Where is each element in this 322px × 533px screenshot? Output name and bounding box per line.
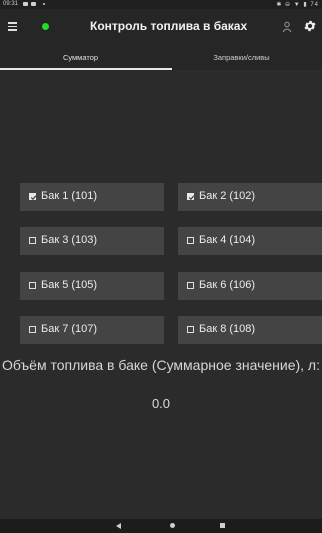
tab-summator[interactable]: Сумматор bbox=[0, 45, 161, 70]
recent-apps-icon[interactable] bbox=[220, 523, 225, 528]
home-icon[interactable] bbox=[170, 523, 175, 528]
tank-checkbox-5[interactable]: Бак 5 (105) bbox=[20, 272, 164, 300]
tank-checkbox-2[interactable]: Бак 2 (102) bbox=[178, 183, 322, 211]
tank-label: Бак 8 (108) bbox=[199, 323, 256, 335]
checkbox-icon[interactable] bbox=[187, 326, 194, 333]
status-bar: 09:31 ✱ ⊖ ▼ ▮ 74 bbox=[0, 0, 322, 9]
tank-label: Бак 5 (105) bbox=[41, 279, 98, 291]
notification-icon bbox=[31, 2, 36, 6]
tank-checkbox-8[interactable]: Бак 8 (108) bbox=[178, 316, 322, 344]
checkbox-icon[interactable] bbox=[29, 282, 36, 289]
notification-dot-icon bbox=[43, 3, 45, 5]
tank-checkbox-3[interactable]: Бак 3 (103) bbox=[20, 227, 164, 255]
checkbox-icon[interactable] bbox=[187, 193, 195, 201]
tank-label: Бак 7 (107) bbox=[41, 323, 98, 335]
checkbox-icon[interactable] bbox=[29, 237, 36, 244]
checkbox-icon[interactable] bbox=[29, 326, 36, 333]
gear-icon[interactable] bbox=[303, 19, 317, 33]
notification-icon bbox=[23, 2, 28, 6]
tank-checkbox-4[interactable]: Бак 4 (104) bbox=[178, 227, 322, 255]
app-bar: Контроль топлива в баках bbox=[0, 9, 322, 45]
checkbox-icon[interactable] bbox=[29, 193, 37, 201]
tank-checkbox-1[interactable]: Бак 1 (101) bbox=[20, 183, 164, 211]
tank-label: Бак 1 (101) bbox=[41, 190, 98, 202]
checkbox-icon[interactable] bbox=[187, 237, 194, 244]
page-title: Контроль топлива в баках bbox=[90, 19, 248, 33]
tank-checkbox-7[interactable]: Бак 7 (107) bbox=[20, 316, 164, 344]
system-nav-bar bbox=[0, 519, 322, 533]
tank-label: Бак 6 (106) bbox=[199, 279, 256, 291]
status-icons: ✱ ⊖ ▼ ▮ 74 bbox=[276, 2, 319, 8]
person-icon[interactable] bbox=[282, 21, 292, 33]
menu-icon[interactable] bbox=[8, 22, 17, 31]
tank-label: Бак 2 (102) bbox=[199, 190, 256, 202]
fuel-volume-label: Объём топлива в баке (Суммарное значение… bbox=[1, 357, 320, 373]
back-icon[interactable] bbox=[116, 523, 121, 529]
tank-checkbox-6[interactable]: Бак 6 (106) bbox=[178, 272, 322, 300]
tab-indicator bbox=[0, 68, 172, 70]
fuel-volume-value: 0.0 bbox=[151, 396, 171, 411]
tab-refuels-drains[interactable]: Заправки/сливы bbox=[161, 45, 322, 70]
tab-bar: Сумматор Заправки/сливы bbox=[0, 45, 322, 70]
tank-label: Бак 4 (104) bbox=[199, 234, 256, 246]
connection-status-icon bbox=[42, 23, 49, 30]
tank-label: Бак 3 (103) bbox=[41, 234, 98, 246]
checkbox-icon[interactable] bbox=[187, 282, 194, 289]
status-time: 09:31 bbox=[3, 1, 19, 7]
